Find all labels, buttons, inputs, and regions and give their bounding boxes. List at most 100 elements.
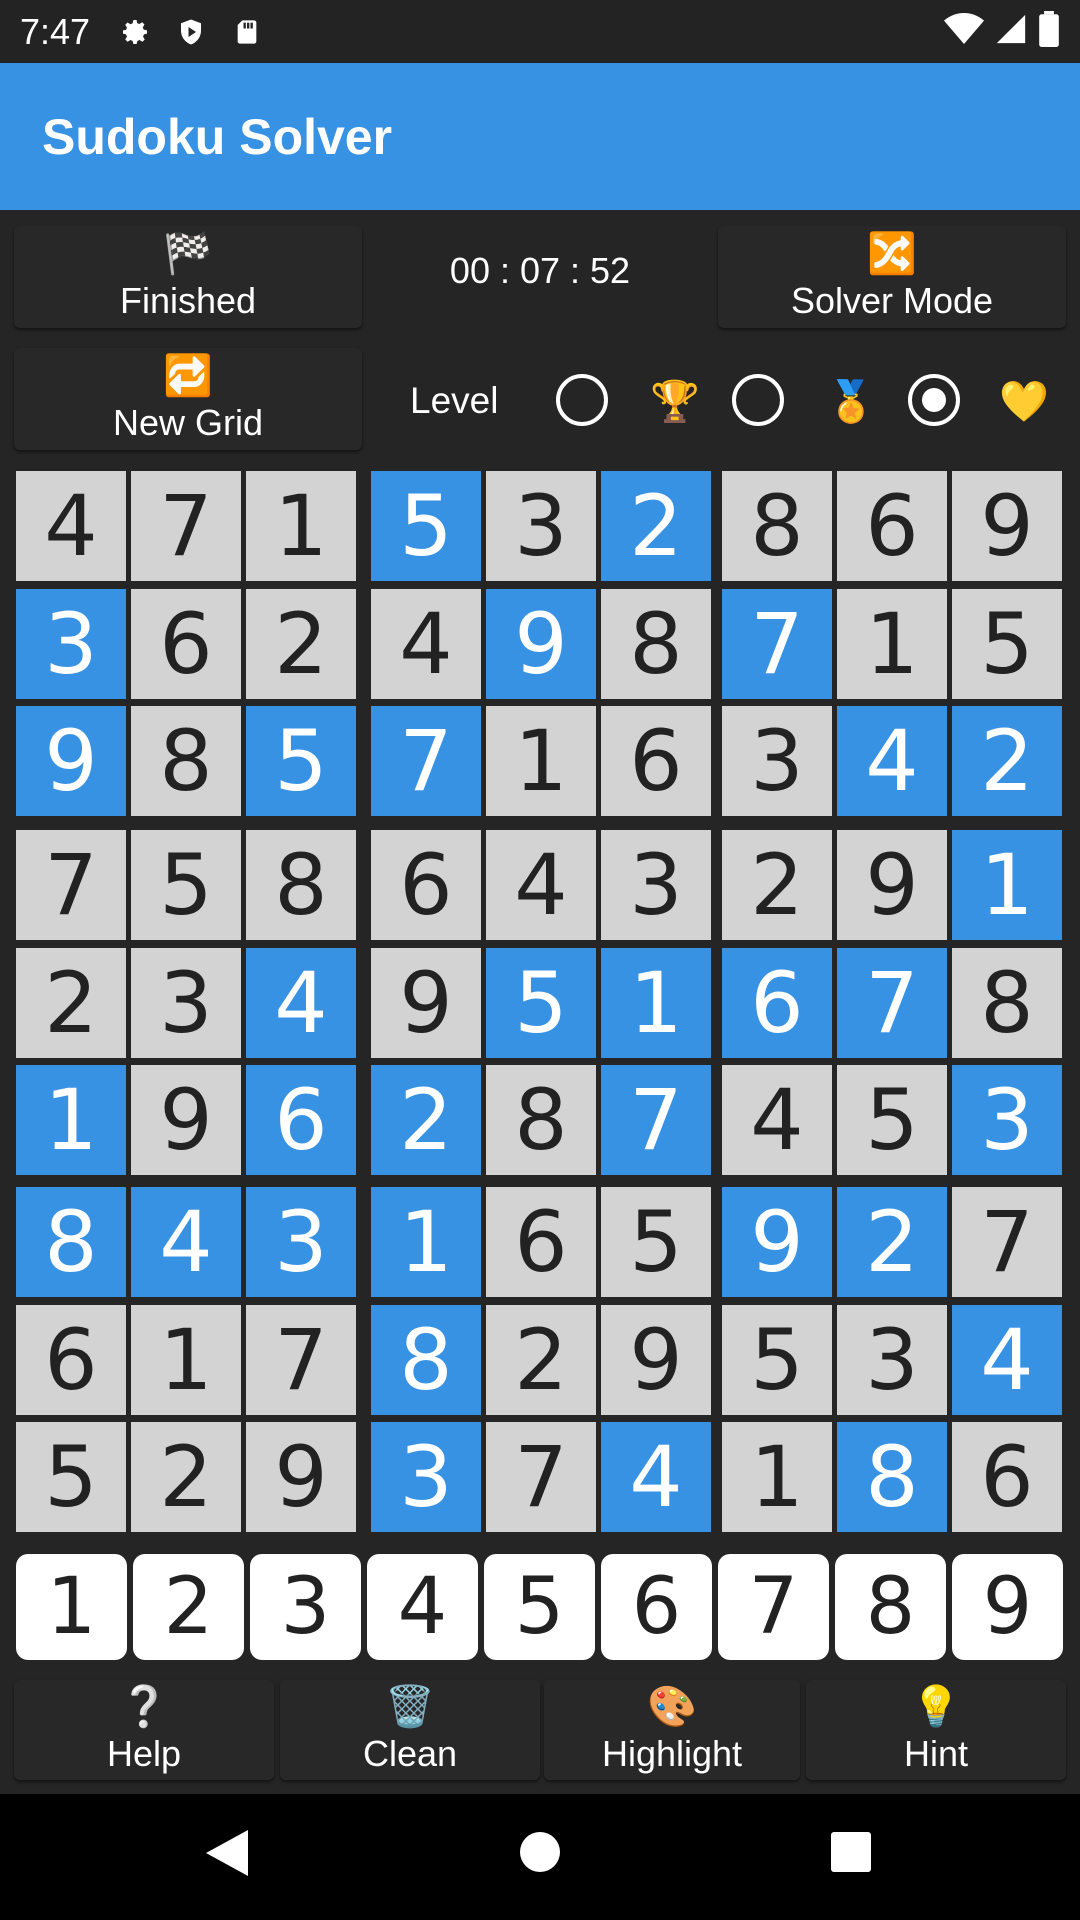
grid-cell-r5-c4[interactable]: 9	[371, 948, 481, 1058]
grid-cell-r4-c8[interactable]: 9	[837, 830, 947, 940]
grid-cell-r1-c6[interactable]: 2	[601, 471, 711, 581]
grid-cell-r4-c9[interactable]: 1	[952, 830, 1062, 940]
home-icon[interactable]	[520, 1832, 560, 1872]
grid-cell-r3-c6[interactable]: 6	[601, 706, 711, 816]
grid-cell-r7-c9[interactable]: 7	[952, 1187, 1062, 1297]
grid-cell-r1-c4[interactable]: 5	[371, 471, 481, 581]
grid-cell-r3-c3[interactable]: 5	[246, 706, 356, 816]
grid-cell-r3-c8[interactable]: 4	[837, 706, 947, 816]
grid-cell-r4-c7[interactable]: 2	[722, 830, 832, 940]
grid-cell-r8-c8[interactable]: 3	[837, 1305, 947, 1415]
grid-cell-r5-c6[interactable]: 1	[601, 948, 711, 1058]
solver-mode-button[interactable]: 🔀 Solver Mode	[718, 226, 1066, 328]
grid-cell-r7-c4[interactable]: 1	[371, 1187, 481, 1297]
new-grid-button[interactable]: 🔁 New Grid	[14, 348, 362, 450]
grid-cell-r2-c2[interactable]: 6	[131, 589, 241, 699]
grid-cell-r6-c1[interactable]: 1	[16, 1065, 126, 1175]
grid-cell-r1-c7[interactable]: 8	[722, 471, 832, 581]
keypad-key-3[interactable]: 3	[250, 1554, 361, 1660]
help-button[interactable]: ❔ Help	[14, 1680, 274, 1780]
grid-cell-r7-c6[interactable]: 5	[601, 1187, 711, 1297]
grid-cell-r3-c9[interactable]: 2	[952, 706, 1062, 816]
grid-cell-r1-c3[interactable]: 1	[246, 471, 356, 581]
grid-cell-r1-c1[interactable]: 4	[16, 471, 126, 581]
grid-cell-r2-c4[interactable]: 4	[371, 589, 481, 699]
grid-cell-r6-c5[interactable]: 8	[486, 1065, 596, 1175]
level-radio-heart[interactable]	[908, 374, 960, 426]
grid-cell-r2-c3[interactable]: 2	[246, 589, 356, 699]
grid-cell-r6-c8[interactable]: 5	[837, 1065, 947, 1175]
grid-cell-r9-c1[interactable]: 5	[16, 1422, 126, 1532]
back-icon[interactable]	[206, 1830, 248, 1881]
grid-cell-r6-c9[interactable]: 3	[952, 1065, 1062, 1175]
keypad-key-7[interactable]: 7	[718, 1554, 829, 1660]
grid-cell-r3-c4[interactable]: 7	[371, 706, 481, 816]
grid-cell-r8-c6[interactable]: 9	[601, 1305, 711, 1415]
grid-cell-r3-c1[interactable]: 9	[16, 706, 126, 816]
grid-cell-r2-c7[interactable]: 7	[722, 589, 832, 699]
grid-cell-r5-c7[interactable]: 6	[722, 948, 832, 1058]
keypad-key-8[interactable]: 8	[835, 1554, 946, 1660]
level-radio-trophy[interactable]	[556, 374, 608, 426]
grid-cell-r7-c1[interactable]: 8	[16, 1187, 126, 1297]
grid-cell-r4-c5[interactable]: 4	[486, 830, 596, 940]
grid-cell-r2-c9[interactable]: 5	[952, 589, 1062, 699]
grid-cell-r1-c2[interactable]: 7	[131, 471, 241, 581]
keypad-key-9[interactable]: 9	[952, 1554, 1063, 1660]
grid-cell-r5-c3[interactable]: 4	[246, 948, 356, 1058]
grid-cell-r2-c6[interactable]: 8	[601, 589, 711, 699]
grid-cell-r4-c6[interactable]: 3	[601, 830, 711, 940]
grid-cell-r8-c5[interactable]: 2	[486, 1305, 596, 1415]
finished-button[interactable]: 🏁 Finished	[14, 226, 362, 328]
keypad-key-5[interactable]: 5	[484, 1554, 595, 1660]
grid-cell-r9-c7[interactable]: 1	[722, 1422, 832, 1532]
grid-cell-r6-c7[interactable]: 4	[722, 1065, 832, 1175]
grid-cell-r9-c8[interactable]: 8	[837, 1422, 947, 1532]
grid-cell-r8-c9[interactable]: 4	[952, 1305, 1062, 1415]
grid-cell-r8-c4[interactable]: 8	[371, 1305, 481, 1415]
grid-cell-r6-c2[interactable]: 9	[131, 1065, 241, 1175]
grid-cell-r4-c4[interactable]: 6	[371, 830, 481, 940]
grid-cell-r6-c3[interactable]: 6	[246, 1065, 356, 1175]
hint-button[interactable]: 💡 Hint	[806, 1680, 1066, 1780]
grid-cell-r7-c5[interactable]: 6	[486, 1187, 596, 1297]
keypad-key-2[interactable]: 2	[133, 1554, 244, 1660]
grid-cell-r6-c6[interactable]: 7	[601, 1065, 711, 1175]
grid-cell-r7-c2[interactable]: 4	[131, 1187, 241, 1297]
grid-cell-r4-c3[interactable]: 8	[246, 830, 356, 940]
highlight-button[interactable]: 🎨 Highlight	[544, 1680, 800, 1780]
keypad-key-6[interactable]: 6	[601, 1554, 712, 1660]
grid-cell-r8-c2[interactable]: 1	[131, 1305, 241, 1415]
grid-cell-r1-c9[interactable]: 9	[952, 471, 1062, 581]
grid-cell-r6-c4[interactable]: 2	[371, 1065, 481, 1175]
grid-cell-r8-c1[interactable]: 6	[16, 1305, 126, 1415]
grid-cell-r8-c3[interactable]: 7	[246, 1305, 356, 1415]
level-radio-medal[interactable]	[732, 374, 784, 426]
grid-cell-r9-c5[interactable]: 7	[486, 1422, 596, 1532]
grid-cell-r2-c8[interactable]: 1	[837, 589, 947, 699]
grid-cell-r4-c1[interactable]: 7	[16, 830, 126, 940]
grid-cell-r7-c8[interactable]: 2	[837, 1187, 947, 1297]
grid-cell-r9-c2[interactable]: 2	[131, 1422, 241, 1532]
clean-button[interactable]: 🗑️ Clean	[280, 1680, 540, 1780]
grid-cell-r7-c3[interactable]: 3	[246, 1187, 356, 1297]
grid-cell-r5-c1[interactable]: 2	[16, 948, 126, 1058]
keypad-key-1[interactable]: 1	[16, 1554, 127, 1660]
grid-cell-r4-c2[interactable]: 5	[131, 830, 241, 940]
grid-cell-r9-c3[interactable]: 9	[246, 1422, 356, 1532]
grid-cell-r3-c5[interactable]: 1	[486, 706, 596, 816]
grid-cell-r8-c7[interactable]: 5	[722, 1305, 832, 1415]
grid-cell-r3-c2[interactable]: 8	[131, 706, 241, 816]
grid-cell-r5-c9[interactable]: 8	[952, 948, 1062, 1058]
grid-cell-r1-c8[interactable]: 6	[837, 471, 947, 581]
grid-cell-r5-c2[interactable]: 3	[131, 948, 241, 1058]
grid-cell-r1-c5[interactable]: 3	[486, 471, 596, 581]
grid-cell-r9-c9[interactable]: 6	[952, 1422, 1062, 1532]
grid-cell-r7-c7[interactable]: 9	[722, 1187, 832, 1297]
grid-cell-r2-c1[interactable]: 3	[16, 589, 126, 699]
grid-cell-r2-c5[interactable]: 9	[486, 589, 596, 699]
grid-cell-r3-c7[interactable]: 3	[722, 706, 832, 816]
grid-cell-r5-c5[interactable]: 5	[486, 948, 596, 1058]
grid-cell-r9-c6[interactable]: 4	[601, 1422, 711, 1532]
grid-cell-r5-c8[interactable]: 7	[837, 948, 947, 1058]
